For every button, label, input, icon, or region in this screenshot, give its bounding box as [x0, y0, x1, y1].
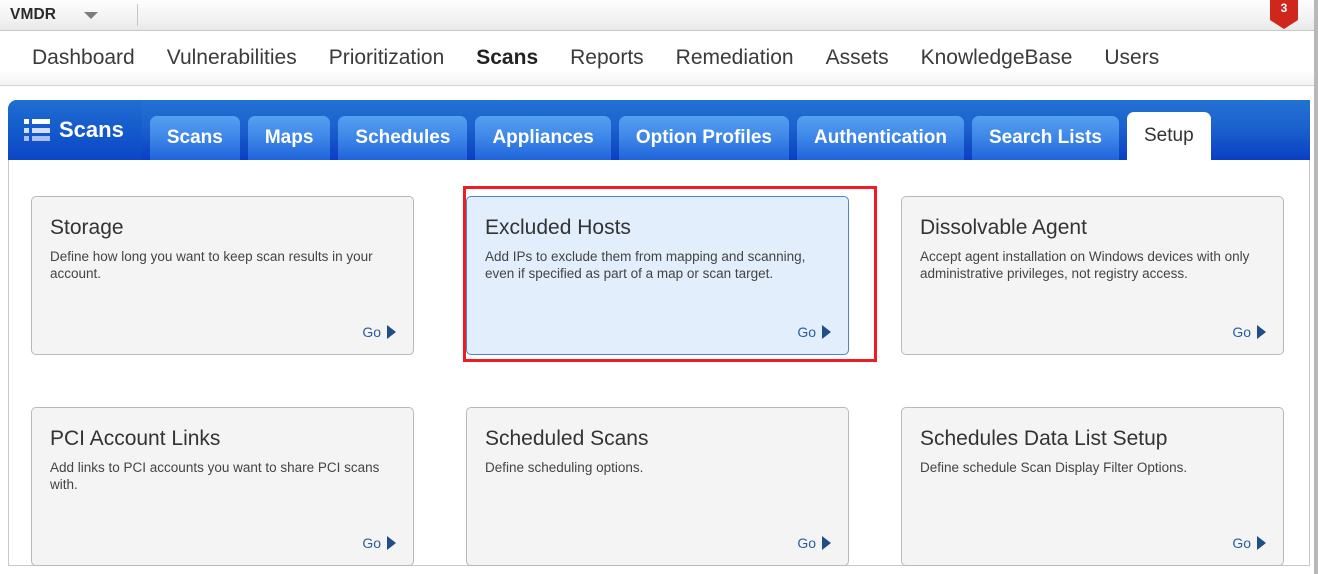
card-description: Define schedule Scan Display Filter Opti…	[920, 460, 1188, 475]
chevron-right-icon	[387, 325, 396, 339]
go-link[interactable]: Go	[1232, 535, 1266, 551]
tab-appliances[interactable]: Appliances	[475, 116, 611, 160]
nav-item-scans[interactable]: Scans	[460, 46, 554, 70]
tab-maps[interactable]: Maps	[247, 116, 331, 160]
chevron-right-icon	[822, 325, 831, 339]
go-label: Go	[362, 324, 381, 340]
scans-tab-strip: Scans Scans Maps Schedules Appliances Op…	[8, 100, 1310, 160]
setup-card-dissolvable-agent[interactable]: Dissolvable Agent Accept agent installat…	[901, 196, 1284, 355]
module-selector[interactable]: VMDR	[0, 0, 106, 30]
card-title: PCI Account Links	[50, 427, 221, 450]
window-right-border	[1314, 0, 1318, 574]
module-bar-divider	[137, 4, 138, 26]
go-link[interactable]: Go	[797, 535, 831, 551]
nav-item-remediation[interactable]: Remediation	[660, 46, 810, 70]
card-description: Add links to PCI accounts you want to sh…	[50, 460, 380, 492]
go-link[interactable]: Go	[797, 324, 831, 340]
nav-item-knowledgebase[interactable]: KnowledgeBase	[905, 46, 1089, 70]
chevron-right-icon	[822, 536, 831, 550]
go-label: Go	[1232, 535, 1251, 551]
go-label: Go	[797, 535, 816, 551]
tab-schedules[interactable]: Schedules	[338, 116, 468, 160]
go-label: Go	[797, 324, 816, 340]
tab-scans[interactable]: Scans	[149, 116, 240, 160]
card-description: Define scheduling options.	[485, 460, 644, 475]
setup-content-panel: Storage Define how long you want to keep…	[8, 160, 1310, 566]
main-navigation: Dashboard Vulnerabilities Prioritization…	[0, 31, 1318, 86]
go-link[interactable]: Go	[362, 324, 396, 340]
go-link[interactable]: Go	[1232, 324, 1266, 340]
setup-card-schedules-data-list-setup[interactable]: Schedules Data List Setup Define schedul…	[901, 407, 1284, 566]
card-description: Accept agent installation on Windows dev…	[920, 249, 1250, 281]
tab-search-lists[interactable]: Search Lists	[972, 116, 1119, 160]
notification-count-badge: 3	[1270, 0, 1298, 29]
nav-item-prioritization[interactable]: Prioritization	[313, 46, 461, 70]
nav-item-assets[interactable]: Assets	[810, 46, 905, 70]
list-icon	[24, 119, 50, 141]
qualys-scans-setup-page: VMDR 3 Dashboard Vulnerabilities Priorit…	[0, 0, 1318, 574]
scans-brand-label: Scans	[59, 117, 124, 142]
card-title: Excluded Hosts	[485, 216, 631, 239]
card-title: Scheduled Scans	[485, 427, 649, 450]
card-title: Storage	[50, 216, 124, 239]
tab-setup[interactable]: Setup	[1127, 112, 1211, 160]
notification-flag-button[interactable]: 3	[1270, 0, 1298, 29]
go-label: Go	[362, 535, 381, 551]
nav-item-vulnerabilities[interactable]: Vulnerabilities	[151, 46, 313, 70]
setup-card-pci-account-links[interactable]: PCI Account Links Add links to PCI accou…	[31, 407, 414, 566]
setup-card-storage[interactable]: Storage Define how long you want to keep…	[31, 196, 414, 355]
nav-item-dashboard[interactable]: Dashboard	[16, 46, 151, 70]
chevron-right-icon	[1257, 325, 1266, 339]
setup-card-excluded-hosts[interactable]: Excluded Hosts Add IPs to exclude them f…	[466, 196, 849, 355]
go-link[interactable]: Go	[362, 535, 396, 551]
card-description: Add IPs to exclude them from mapping and…	[485, 249, 806, 281]
chevron-right-icon	[387, 536, 396, 550]
chevron-down-icon	[84, 11, 99, 19]
chevron-right-icon	[1257, 536, 1266, 550]
card-title: Schedules Data List Setup	[920, 427, 1168, 450]
setup-card-scheduled-scans[interactable]: Scheduled Scans Define scheduling option…	[466, 407, 849, 566]
setup-card-grid: Storage Define how long you want to keep…	[31, 196, 1285, 566]
card-title: Dissolvable Agent	[920, 216, 1087, 239]
module-bar: VMDR 3	[0, 0, 1318, 31]
go-label: Go	[1232, 324, 1251, 340]
scans-module-brand[interactable]: Scans	[8, 100, 142, 160]
card-description: Define how long you want to keep scan re…	[50, 249, 373, 281]
nav-item-reports[interactable]: Reports	[554, 46, 660, 70]
nav-item-users[interactable]: Users	[1088, 46, 1175, 70]
module-name-label: VMDR	[10, 6, 57, 23]
tab-option-profiles[interactable]: Option Profiles	[618, 116, 789, 160]
tab-authentication[interactable]: Authentication	[797, 116, 964, 160]
